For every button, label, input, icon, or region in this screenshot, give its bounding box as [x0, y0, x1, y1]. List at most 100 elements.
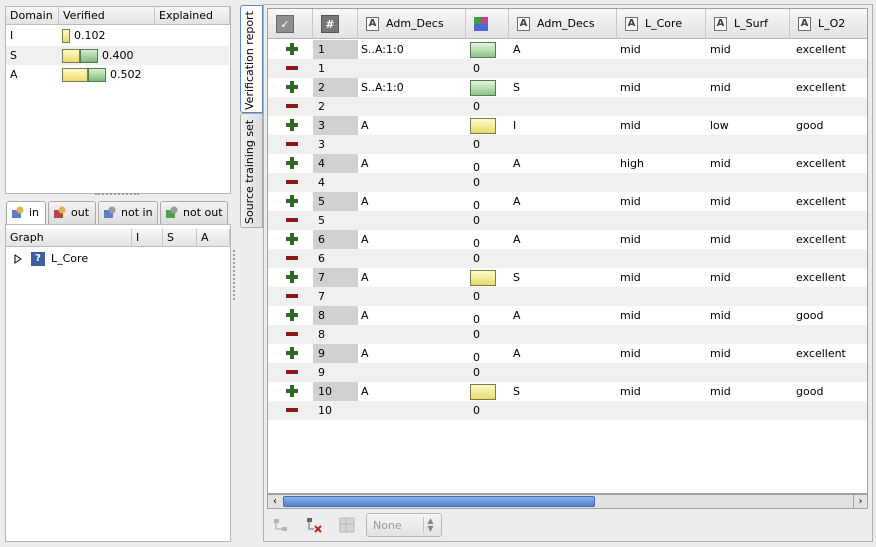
- tab-not-in[interactable]: not in: [98, 201, 158, 224]
- grid-row-classified[interactable]: 6 A Amid mid excellent 0: [268, 230, 867, 250]
- cell-adm: A: [361, 195, 369, 208]
- cell-core: mid: [620, 385, 641, 398]
- col-graph[interactable]: Graph: [6, 229, 132, 247]
- plus-icon[interactable]: [286, 81, 298, 93]
- grid-row-classified[interactable]: 1 S..A:1:0 Amid mid excellent: [268, 40, 867, 59]
- scroll-thumb[interactable]: [283, 496, 595, 507]
- grid-row-original[interactable]: 50: [268, 211, 867, 230]
- grid-row-classified[interactable]: 8 A Amid mid good 0: [268, 306, 867, 326]
- color-value: 0: [473, 138, 480, 151]
- cell-core: mid: [620, 119, 641, 132]
- col-check[interactable]: ✓: [268, 9, 313, 39]
- col-explained[interactable]: Explained: [155, 7, 230, 25]
- minus-icon[interactable]: [286, 104, 298, 108]
- cell-o2: excellent: [796, 347, 846, 360]
- grid-row-classified[interactable]: 10 A Smid mid good: [268, 382, 867, 401]
- grid-row-original[interactable]: 40: [268, 173, 867, 192]
- grid-row-original[interactable]: 70: [268, 287, 867, 306]
- grid-row-original[interactable]: 60: [268, 249, 867, 268]
- color-swatch: [470, 80, 496, 96]
- plus-icon[interactable]: [286, 157, 298, 169]
- col-a[interactable]: A: [197, 229, 230, 247]
- tab-out[interactable]: out: [48, 201, 96, 224]
- cell-adm2: A: [513, 43, 521, 56]
- domain-row[interactable]: I 0.102: [6, 26, 229, 45]
- plus-icon[interactable]: [286, 43, 298, 55]
- color-value: 0: [473, 252, 480, 265]
- minus-icon[interactable]: [286, 256, 298, 260]
- minus-icon[interactable]: [286, 218, 298, 222]
- tab-verification-report[interactable]: Verification report: [240, 5, 263, 113]
- vertical-splitter[interactable]: [233, 250, 236, 300]
- grid-row-original[interactable]: 10 0: [268, 401, 867, 420]
- grid-row-original[interactable]: 20: [268, 97, 867, 116]
- not-in-icon: [104, 206, 116, 218]
- grid-row-original[interactable]: 80: [268, 325, 867, 344]
- plus-icon[interactable]: [286, 119, 298, 131]
- grid-row-classified[interactable]: 2 S..A:1:0 Smid mid excellent: [268, 78, 867, 97]
- grid-row-classified[interactable]: 4 A Ahigh mid excellent 0: [268, 154, 867, 174]
- col-i[interactable]: I: [132, 229, 163, 247]
- domain-row[interactable]: S 0.400: [6, 46, 229, 65]
- col-adm-decs[interactable]: A Adm_Decs: [358, 9, 466, 39]
- select-arrows-icon: ▲ ▼: [423, 517, 437, 533]
- plus-icon[interactable]: [286, 195, 298, 207]
- domain-name: A: [10, 68, 18, 81]
- grid-row-classified[interactable]: 3 A Imid low good: [268, 116, 867, 135]
- grid-row-original[interactable]: 10: [268, 59, 867, 78]
- cell-adm: A: [361, 271, 369, 284]
- grid-row-classified[interactable]: 9 A Amid mid excellent 0: [268, 344, 867, 364]
- color-value: 0: [473, 62, 480, 75]
- cell-adm: S..A:1:0: [361, 43, 404, 56]
- minus-icon[interactable]: [286, 66, 298, 70]
- row-number: 5: [318, 214, 325, 227]
- cell-surf: mid: [710, 43, 731, 56]
- remove-node-icon[interactable]: [305, 516, 323, 534]
- col-s[interactable]: S: [163, 229, 197, 247]
- grid-row-classified[interactable]: 7 A Smid mid excellent: [268, 268, 867, 287]
- horizontal-scrollbar[interactable]: ‹ ›: [267, 494, 868, 509]
- scroll-right-arrow[interactable]: ›: [853, 495, 867, 508]
- color-palette-icon: [474, 17, 488, 31]
- col-l-o2[interactable]: A L_O2: [790, 9, 867, 39]
- col-domain[interactable]: Domain: [6, 7, 59, 25]
- minus-icon[interactable]: [286, 294, 298, 298]
- scroll-left-arrow[interactable]: ‹: [268, 495, 282, 508]
- color-value: 0: [473, 404, 480, 417]
- minus-icon[interactable]: [286, 370, 298, 374]
- col-adm-decs-2[interactable]: A Adm_Decs: [509, 9, 617, 39]
- graph-node-row[interactable]: ? L_Core: [6, 249, 230, 268]
- cell-adm: S..A:1:0: [361, 81, 404, 94]
- grid-row-original[interactable]: 30: [268, 135, 867, 154]
- cell-adm: A: [361, 309, 369, 322]
- cell-surf: mid: [710, 195, 731, 208]
- domain-row[interactable]: A 0.502: [6, 65, 229, 84]
- tab-source-training-set[interactable]: Source training set: [240, 113, 263, 228]
- expand-triangle-icon[interactable]: [14, 254, 22, 264]
- minus-icon[interactable]: [286, 332, 298, 336]
- none-select[interactable]: None ▲ ▼: [366, 513, 442, 537]
- tab-in[interactable]: in: [6, 201, 46, 224]
- col-l-core[interactable]: A L_Core: [617, 9, 706, 39]
- col-l-surf[interactable]: A L_Surf: [706, 9, 790, 39]
- minus-icon[interactable]: [286, 142, 298, 146]
- tree-view-icon[interactable]: [272, 516, 290, 534]
- column-label: Adm_Decs: [386, 17, 444, 30]
- plus-icon[interactable]: [286, 385, 298, 397]
- col-verified[interactable]: Verified: [59, 7, 155, 25]
- plus-icon[interactable]: [286, 233, 298, 245]
- verified-value: 0.102: [74, 29, 106, 42]
- grid-row-classified[interactable]: 5 A Amid mid excellent 0: [268, 192, 867, 212]
- plus-icon[interactable]: [286, 309, 298, 321]
- plus-icon[interactable]: [286, 347, 298, 359]
- splitter-handle[interactable]: [95, 193, 139, 197]
- column-label: L_O2: [818, 17, 846, 30]
- col-color[interactable]: [466, 9, 509, 39]
- col-number[interactable]: #: [313, 9, 358, 39]
- grid-view-icon[interactable]: [338, 516, 356, 534]
- tab-not-out[interactable]: not out: [160, 201, 228, 224]
- grid-row-original[interactable]: 90: [268, 363, 867, 382]
- plus-icon[interactable]: [286, 271, 298, 283]
- minus-icon[interactable]: [286, 408, 298, 412]
- minus-icon[interactable]: [286, 180, 298, 184]
